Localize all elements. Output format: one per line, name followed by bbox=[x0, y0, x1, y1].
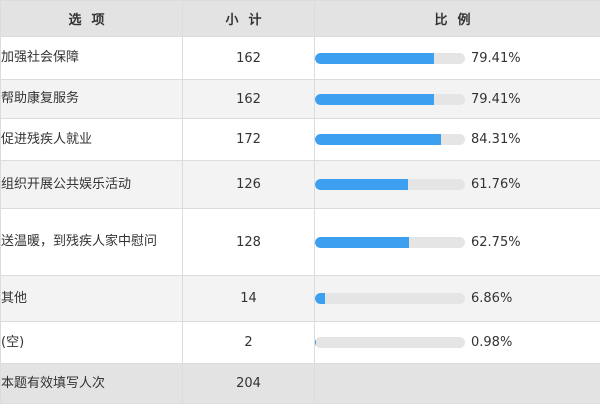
option-percent: 0.98% bbox=[471, 335, 513, 350]
header-ratio: 比例 bbox=[314, 0, 600, 37]
progress-bar-fill bbox=[315, 179, 408, 190]
option-count: 128 bbox=[182, 208, 315, 276]
option-count: 126 bbox=[182, 160, 315, 209]
option-count: 162 bbox=[182, 36, 315, 80]
table-row: 加强社会保障 162 79.41% bbox=[0, 36, 600, 80]
progress-bar-fill bbox=[315, 134, 442, 145]
option-count: 14 bbox=[182, 275, 315, 322]
header-row: 选项 小计 比例 bbox=[0, 0, 600, 37]
option-percent: 62.75% bbox=[471, 234, 521, 250]
table-row: 促进残疾人就业 172 84.31% bbox=[0, 118, 600, 161]
progress-bar-fill bbox=[315, 293, 326, 304]
table-row: 帮助康复服务 162 79.41% bbox=[0, 79, 600, 119]
total-row: 本题有效填写人次 204 bbox=[0, 363, 600, 404]
progress-bar-track bbox=[315, 236, 465, 248]
option-percent: 84.31% bbox=[471, 132, 521, 147]
option-ratio: 61.76% bbox=[314, 160, 600, 209]
table-row: (空) 2 0.98% bbox=[0, 321, 600, 364]
progress-bar-track bbox=[315, 93, 465, 105]
option-label: 送温暖，到残疾人家中慰问 bbox=[0, 208, 183, 276]
option-label: (空) bbox=[0, 321, 183, 364]
option-label: 组织开展公共娱乐活动 bbox=[0, 160, 183, 209]
option-percent: 79.41% bbox=[471, 50, 521, 66]
survey-results-table: 选项 小计 比例 加强社会保障 162 79.41% 帮助康复服务 162 79… bbox=[0, 0, 600, 404]
option-label: 其他 bbox=[0, 275, 183, 322]
option-count: 162 bbox=[182, 79, 315, 119]
total-label: 本题有效填写人次 bbox=[0, 363, 183, 404]
progress-bar-fill bbox=[315, 52, 435, 64]
progress-bar-track bbox=[315, 293, 465, 304]
progress-bar-fill bbox=[315, 93, 435, 105]
option-percent: 6.86% bbox=[471, 291, 513, 306]
option-ratio: 79.41% bbox=[314, 36, 600, 80]
header-option: 选项 bbox=[0, 0, 183, 37]
table-row: 组织开展公共娱乐活动 126 61.76% bbox=[0, 160, 600, 209]
table-row: 送温暖，到残疾人家中慰问 128 62.75% bbox=[0, 208, 600, 276]
progress-bar-track bbox=[315, 337, 465, 348]
option-percent: 61.76% bbox=[471, 177, 521, 192]
option-label: 加强社会保障 bbox=[0, 36, 183, 80]
option-label: 促进残疾人就业 bbox=[0, 118, 183, 161]
option-percent: 79.41% bbox=[471, 91, 521, 107]
option-count: 172 bbox=[182, 118, 315, 161]
header-count: 小计 bbox=[182, 0, 315, 37]
total-count: 204 bbox=[182, 363, 315, 404]
progress-bar-track bbox=[315, 179, 465, 190]
option-ratio: 79.41% bbox=[314, 79, 600, 119]
option-ratio: 0.98% bbox=[314, 321, 600, 364]
option-ratio: 84.31% bbox=[314, 118, 600, 161]
progress-bar-fill bbox=[315, 236, 410, 248]
option-label: 帮助康复服务 bbox=[0, 79, 183, 119]
progress-bar-fill bbox=[315, 337, 317, 348]
option-count: 2 bbox=[182, 321, 315, 364]
progress-bar-track bbox=[315, 134, 465, 145]
option-ratio: 6.86% bbox=[314, 275, 600, 322]
progress-bar-track bbox=[315, 52, 465, 64]
option-ratio: 62.75% bbox=[314, 208, 600, 276]
total-ratio-empty bbox=[314, 363, 600, 404]
table-row: 其他 14 6.86% bbox=[0, 275, 600, 322]
